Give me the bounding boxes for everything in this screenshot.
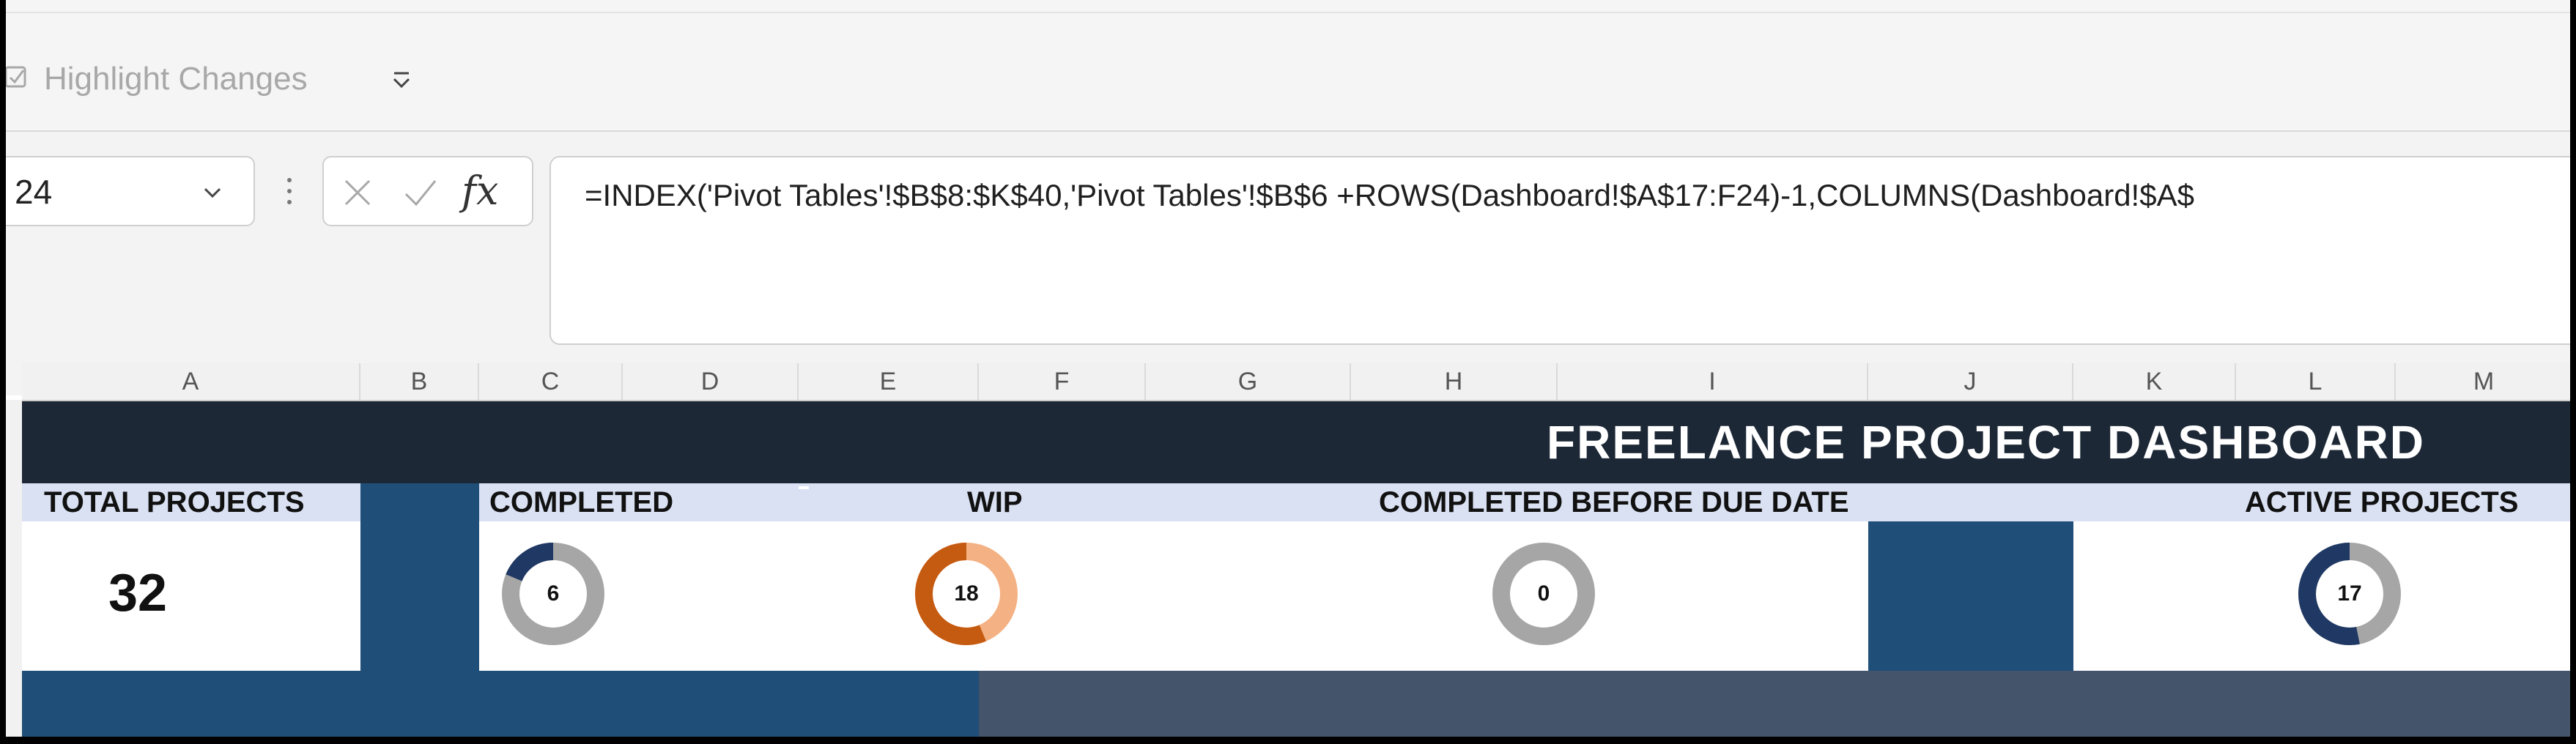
wip-donut[interactable]: 18 — [911, 539, 1021, 649]
column-header-a[interactable]: A — [22, 363, 360, 400]
column-header-h[interactable]: H — [1351, 363, 1558, 400]
active-value: 17 — [2337, 581, 2362, 606]
row-header-gutter — [6, 400, 23, 737]
total-projects-cell[interactable]: 32 — [22, 521, 360, 671]
blue-spacer-cell[interactable] — [360, 483, 479, 521]
column-header-d[interactable]: D — [623, 363, 799, 400]
active-donut[interactable]: 17 — [2295, 539, 2405, 649]
completed-value: 6 — [547, 581, 560, 606]
column-header-c[interactable]: C — [479, 363, 623, 400]
completed-before-due-label: COMPLETED BEFORE DUE DATE — [1379, 486, 1849, 518]
formula-text: =INDEX('Pivot Tables'!$B$8:$K$40,'Pivot … — [585, 178, 2194, 212]
blue-divider-block — [1868, 521, 2073, 671]
insert-function-icon[interactable]: fx — [462, 168, 498, 215]
column-header-m[interactable]: M — [2396, 363, 2570, 400]
column-header-k[interactable]: K — [2073, 363, 2236, 400]
column-headers: A B C D E F G H I J K L M — [22, 363, 2570, 401]
highlight-changes-icon[interactable] — [6, 62, 31, 91]
cancel-icon[interactable] — [338, 174, 377, 212]
total-projects-value: 32 — [108, 564, 168, 622]
blue-spacer-block — [360, 521, 479, 671]
completed-label: COMPLETED — [489, 486, 674, 518]
footer-band-blue — [22, 671, 979, 737]
chevron-down-icon[interactable] — [199, 179, 226, 206]
excel-window: Highlight Changes 24 fx =INDEX('Pivot Ta… — [6, 0, 2570, 737]
total-projects-label: TOTAL PROJECTS — [44, 486, 305, 518]
ribbon-bar: Highlight Changes — [6, 0, 2570, 132]
wip-value: 18 — [954, 581, 979, 606]
formula-input[interactable]: =INDEX('Pivot Tables'!$B$8:$K$40,'Pivot … — [549, 156, 2570, 345]
formula-bar-resize-handle[interactable] — [284, 173, 295, 209]
column-header-b[interactable]: B — [360, 363, 479, 400]
column-header-e[interactable]: E — [799, 363, 979, 400]
dashboard-banner[interactable]: FREELANCE PROJECT DASHBOARD — [22, 401, 2570, 483]
column-header-j[interactable]: J — [1868, 363, 2073, 400]
formula-buttons: fx — [322, 156, 533, 226]
highlight-changes-button[interactable]: Highlight Changes — [44, 63, 308, 95]
column-header-l[interactable]: L — [2236, 363, 2396, 400]
column-header-i[interactable]: I — [1558, 363, 1868, 400]
footer-band-slate — [979, 671, 2570, 737]
before-due-donut[interactable]: 0 — [1489, 539, 1599, 649]
column-header-g[interactable]: G — [1146, 363, 1351, 400]
completed-donut[interactable]: 6 — [498, 539, 608, 649]
label-band-gap — [799, 486, 809, 489]
name-box[interactable]: 24 — [6, 156, 255, 226]
kpi-label-band: TOTAL PROJECTS COMPLETED WIP COMPLETED B… — [22, 483, 2570, 521]
wip-label: WIP — [967, 486, 1023, 518]
name-box-value: 24 — [15, 173, 53, 211]
ribbon-top-edge — [6, 0, 2570, 13]
before-due-value: 0 — [1537, 581, 1550, 606]
kpi-value-row: 32 6 18 0 17 — [22, 486, 2570, 671]
active-projects-label: ACTIVE PROJECTS — [2245, 486, 2519, 518]
checkmark-icon[interactable] — [401, 174, 440, 212]
column-header-f[interactable]: F — [979, 363, 1146, 400]
quick-access-dropdown-icon[interactable] — [388, 67, 415, 94]
dashboard-title: FREELANCE PROJECT DASHBOARD — [1547, 416, 2425, 469]
